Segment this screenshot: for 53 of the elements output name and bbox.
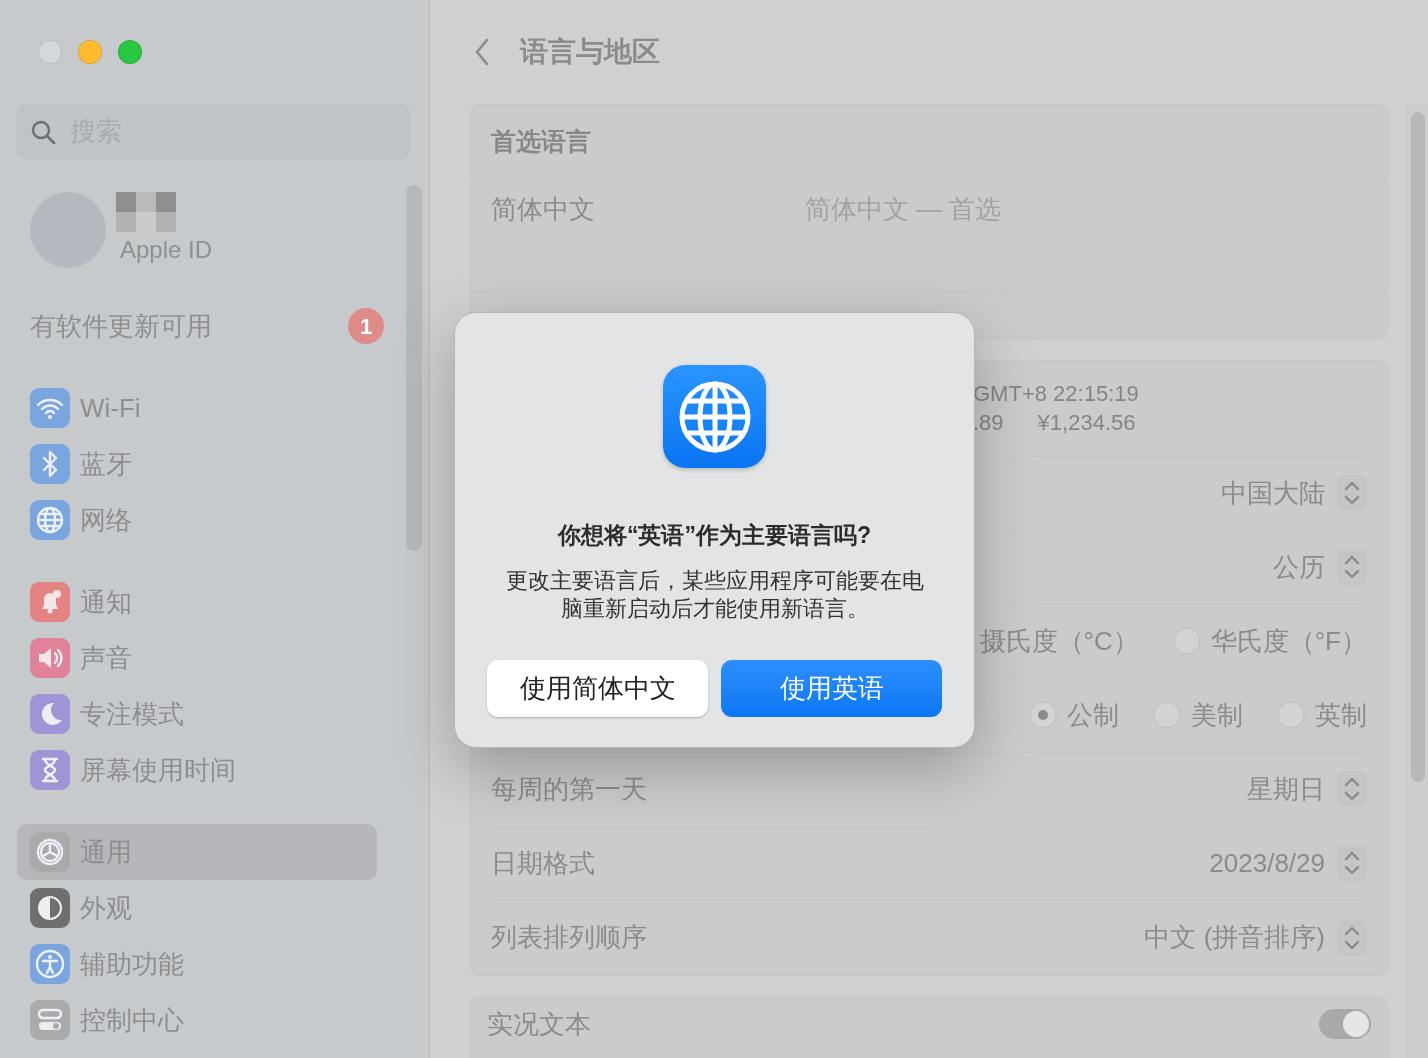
radio-button[interactable] [1029,701,1057,729]
popup-menu[interactable]: 中文 (拼音排序) [1144,918,1367,957]
stepper-icon [1337,771,1367,807]
dialog-button[interactable]: 使用英语 [721,660,942,717]
sidebar-item[interactable]: 控制中心 [17,992,377,1048]
radio-label: 英制 [1315,698,1367,732]
radio-label: 公制 [1067,698,1119,732]
sidebar-item[interactable]: 声音 [17,630,377,686]
stepper-icon [1337,919,1367,956]
search-icon [30,119,56,145]
stepper-icon [1337,549,1367,585]
dialog-message: 更改主要语言后，某些应用程序可能要在电脑重新启动后才能使用新语言。 [504,566,925,623]
section-title: 首选语言 [471,105,1387,180]
popup-menu[interactable]: 中国大陆 [1221,473,1367,513]
radio-label: 美制 [1191,698,1243,732]
language-name: 简体中文 [491,192,595,226]
back-button[interactable] [474,37,490,67]
format-preview-text: .89 [973,408,1004,437]
sidebar-item[interactable]: Wi-Fi [17,380,377,436]
setting-label: 日期格式 [491,846,595,880]
format-preview-text: GMT+8 22:15:19 [973,379,1139,408]
dialog-title: 你想将“英语”作为主要语言吗? [557,521,872,550]
sidebar-item[interactable]: 屏幕使用时间 [17,742,377,798]
radio-label: 华氏度（°F） [1210,624,1367,658]
format-preview-text: ¥1,234.56 [1037,408,1136,437]
sidebar-item[interactable]: 外观 [17,880,377,936]
software-update-link[interactable]: 有软件更新可用 [30,306,212,346]
sidebar-item[interactable]: 辅助功能 [17,936,377,992]
app-icon [663,365,766,468]
radio-label: 摄氏度（°C） [979,624,1139,658]
setting-label: 实况文本 [487,1007,591,1041]
stepper-icon [1337,475,1367,511]
setting-label: 列表排列顺序 [491,921,647,954]
back-icon [474,37,490,67]
page-title: 语言与地区 [520,35,660,69]
sidebar-item[interactable]: 通知 [17,574,377,630]
scrollbar[interactable] [1406,104,1428,1058]
stepper-icon [1337,845,1367,881]
zoom-button[interactable] [118,40,142,64]
redacted-name-block [116,192,176,232]
toggle-switch[interactable] [1319,1009,1371,1039]
popup-menu[interactable]: 公历 [1273,547,1367,587]
setting-label: 每周的第一天 [491,772,647,806]
sidebar-item[interactable]: 蓝牙 [17,436,377,492]
sidebar-item[interactable]: 网络 [17,492,377,548]
sidebar-item[interactable]: 专注模式 [17,686,377,742]
minimize-button[interactable] [78,40,102,64]
popup-menu[interactable]: 星期日 [1247,769,1367,809]
notification-badge: 1 [348,308,384,344]
account-label: Apple ID [120,235,213,265]
popup-menu[interactable]: 2023/8/29 [1209,843,1367,883]
dialog-button[interactable]: 使用简体中文 [487,660,708,717]
close-button[interactable] [38,40,62,64]
